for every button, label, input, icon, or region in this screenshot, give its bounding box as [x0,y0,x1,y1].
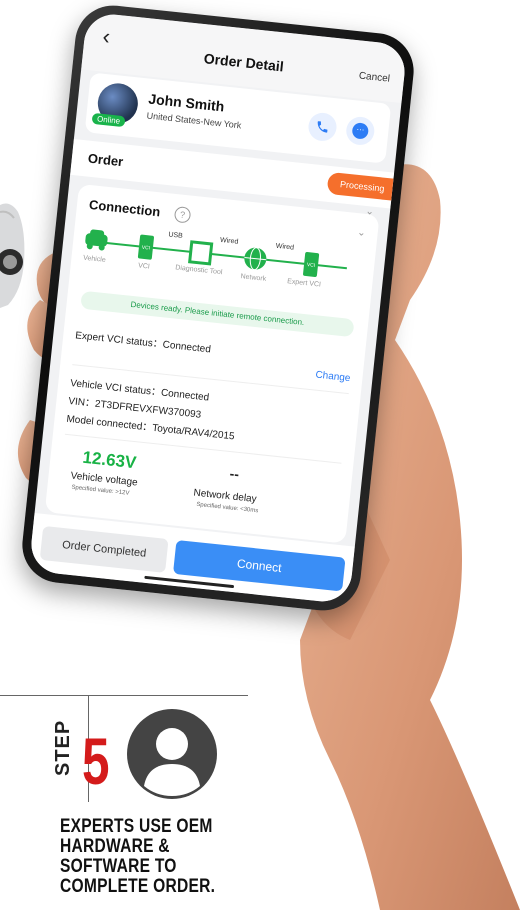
customer-location: United States-New York [146,110,242,131]
globe-icon [244,247,267,271]
order-completed-button[interactable]: Order Completed [39,525,169,573]
phone-icon [317,121,328,133]
car-icon [85,229,108,251]
phone-screen: ‹ Order Detail Cancel Online John Smith … [28,11,408,605]
call-button[interactable] [307,111,338,143]
delay-value: -- [228,465,240,483]
step-description: EXPERTS USE OEM HARDWARE & SOFTWARE TO C… [60,816,216,897]
expert-vci-status: Expert VCI status：Connected [74,330,212,356]
phone: ‹ Order Detail Cancel Online John Smith … [18,1,418,615]
voltage-value: 12.63V [81,447,138,473]
change-button[interactable]: Change [315,370,351,385]
help-icon[interactable]: ? [173,205,192,224]
connection-title: Connection [88,197,162,220]
step-number: 5 [82,724,110,798]
tablet-icon [188,240,214,266]
expert-vci-icon: VCI [303,252,320,277]
step-label: STEP [52,719,74,776]
chevron-down-icon[interactable]: ⌄ [357,227,366,239]
divider-line [0,695,248,696]
online-badge: Online [91,112,126,128]
chat-icon: ··· [351,122,370,140]
vci-chip-label: VCI [141,245,150,252]
connection-card: Connection ? ⌄ VCI VCI USB Wired Wired V… [44,183,380,544]
message-button[interactable]: ··· [344,115,376,147]
expert-vci-chip-label: VCI [306,262,315,269]
order-label: Order [87,150,124,170]
status-badge: Processing [327,171,398,201]
person-icon [127,709,217,799]
vci-icon: VCI [137,234,154,260]
link-label-usb: USB [168,231,184,240]
